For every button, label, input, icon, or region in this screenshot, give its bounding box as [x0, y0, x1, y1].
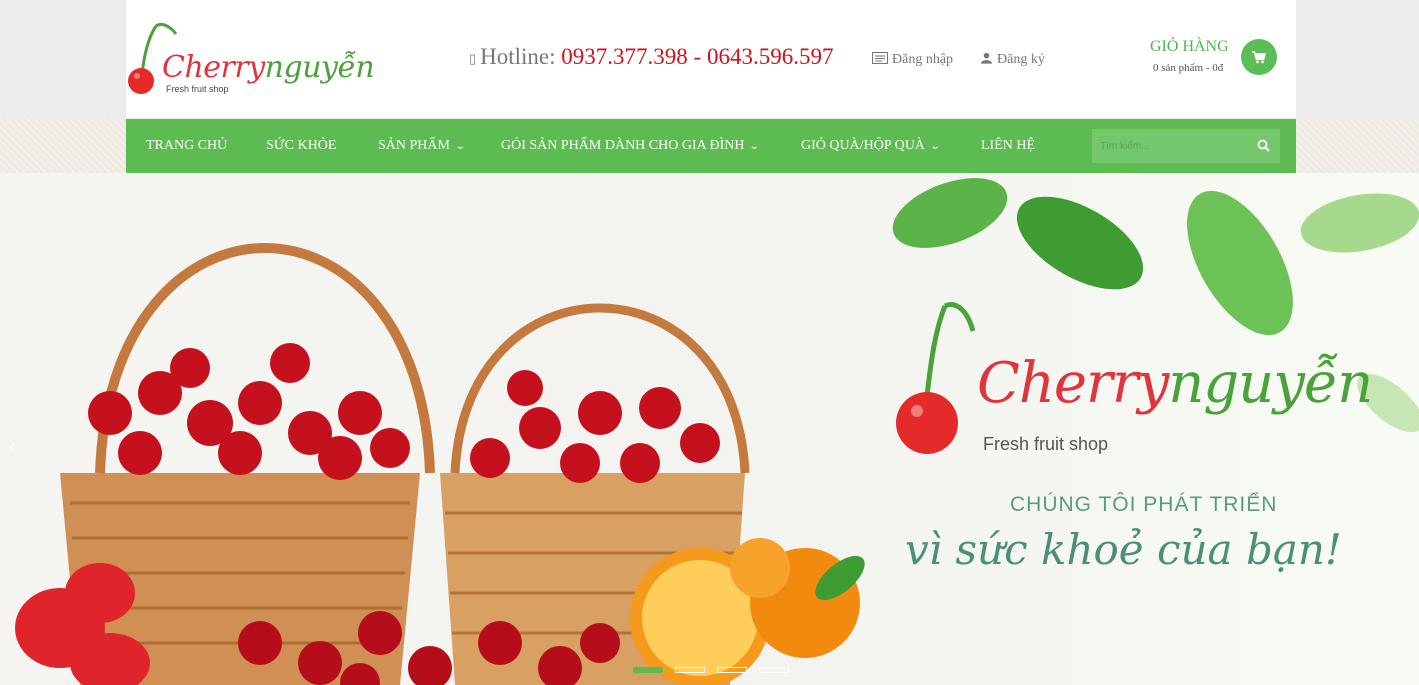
cart-title: GIỎ HÀNG [1150, 38, 1229, 55]
chevron-down-icon: ⌄ [749, 141, 761, 152]
nav-item-home[interactable]: TRANG CHỦ [146, 119, 227, 173]
user-icon [980, 52, 993, 64]
nav-item-products[interactable]: SẢN PHẨM ⌄ [378, 119, 466, 173]
cart-widget[interactable]: GIỎ HÀNG 0 sản phẩm - 0đ [1136, 36, 1286, 80]
login-label: Đăng nhập [892, 52, 954, 67]
search-box [1092, 129, 1280, 163]
chevron-down-icon: ⌄ [929, 141, 941, 152]
hero-slider: ‹ Cherrynguyễn Fresh fruit shop CHÚNG TÔ… [0, 173, 1419, 685]
chevron-down-icon: ⌄ [454, 141, 466, 152]
slider-dot-1[interactable] [633, 667, 663, 673]
site-header: Cherrynguyễn Fresh fruit shop ▯ Hotline: … [126, 0, 1296, 118]
shopping-cart-icon [1252, 50, 1266, 63]
search-icon[interactable] [1256, 138, 1272, 154]
cart-summary: 0 sản phẩm - 0đ [1153, 62, 1224, 74]
slider-pagination [633, 667, 789, 675]
logo-tagline: Fresh fruit shop [166, 84, 229, 94]
banner-brand-logo: Cherrynguyễn Fresh fruit shop [895, 301, 1375, 461]
nav-item-health[interactable]: SỨC KHỎE [266, 119, 336, 173]
mobile-phone-icon: ▯ [469, 50, 477, 66]
id-card-icon [872, 52, 888, 64]
slider-prev-arrow[interactable]: ‹ [8, 437, 15, 458]
nav-item-family-packages[interactable]: GÓI SẢN PHẨM DÀNH CHO GIA ĐÌNH ⌄ [501, 119, 761, 173]
banner-headline: CHÚNG TÔI PHÁT TRIỂN [1010, 493, 1278, 516]
slider-dot-4[interactable] [759, 667, 789, 673]
logo-wordmark: Cherrynguyễn [162, 50, 375, 85]
hotline: ▯ Hotline: 0937.377.398 - 0643.596.597 [469, 44, 833, 70]
slider-dot-2[interactable] [675, 667, 705, 673]
nav-item-contact[interactable]: LIÊN HỆ [981, 119, 1035, 173]
hotline-label: Hotline: [480, 44, 556, 69]
hotline-numbers[interactable]: 0937.377.398 - 0643.596.597 [561, 44, 833, 69]
banner-subheadline: vì sức khoẻ của bạn! [905, 525, 1342, 574]
cart-button[interactable] [1241, 39, 1277, 75]
register-link[interactable]: Đăng ký [980, 52, 1045, 68]
cherry-logo-icon [896, 302, 975, 454]
banner-wordmark: Cherrynguyễn [977, 351, 1373, 416]
slider-dot-3[interactable] [717, 667, 747, 673]
banner-tagline: Fresh fruit shop [983, 434, 1109, 454]
nav-item-gift-baskets[interactable]: GIỎ QUÀ/HỘP QUÀ ⌄ [801, 119, 941, 173]
login-link[interactable]: Đăng nhập [872, 52, 953, 68]
search-input[interactable] [1092, 129, 1252, 163]
main-nav: TRANG CHỦ SỨC KHỎE SẢN PHẨM ⌄ GÓI SẢN PHẨ… [126, 119, 1296, 173]
register-label: Đăng ký [997, 52, 1045, 67]
site-logo[interactable]: Cherrynguyễn Fresh fruit shop [126, 20, 375, 100]
